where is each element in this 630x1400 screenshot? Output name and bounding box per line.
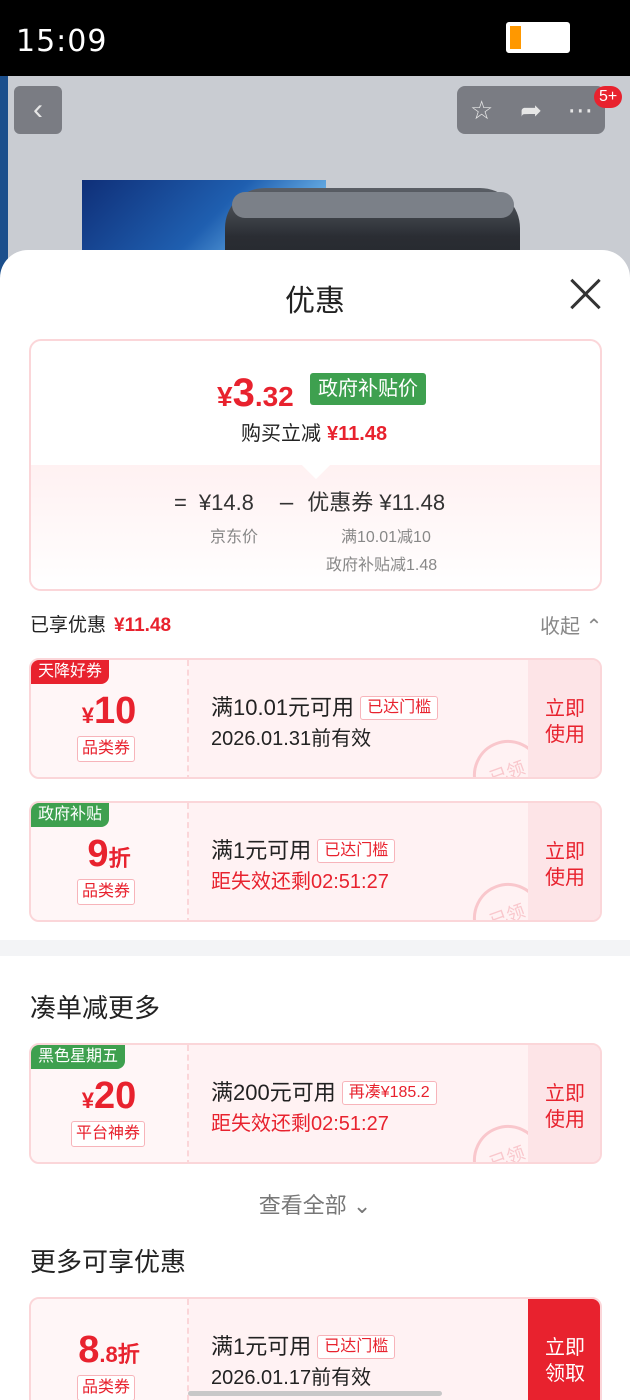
view-all-button[interactable]: 查看全部 ⌄ (0, 1188, 630, 1220)
section-title-extra: 更多可享优惠 (30, 1247, 187, 1277)
use-now-button[interactable]: 立即 使用 (528, 1045, 600, 1162)
chevron-down-icon: ⌄ (352, 1193, 372, 1218)
battery-icon (506, 22, 570, 53)
coupon-card: 黑色星期五 ¥20 平台神券 满200元可用 再凑¥185.2 距失效还剩02:5… (29, 1043, 602, 1164)
gov-subsidy-tag: 政府补贴价 (310, 373, 426, 405)
discount-sheet: 优惠 ¥3.32 政府补贴价 购买立减 ¥11.48 = ¥14.8– 优惠券 ¥11… (0, 250, 630, 1400)
coupon-value-panel: 黑色星期五 ¥20 平台神券 (31, 1045, 189, 1162)
threshold-flag: 已达门槛 (360, 696, 439, 720)
coupon-value-panel: 政府补贴 9折 品类券 (31, 803, 189, 920)
coupon-condition: 满10.01元可用 已达门槛 (211, 690, 439, 722)
star-icon[interactable]: ☆ (457, 95, 506, 126)
chevron-up-icon: ⌃ (585, 616, 603, 638)
action-group: ☆ ➦ ⋯ (457, 86, 605, 134)
summary-breakdown (31, 465, 600, 589)
collapse-button[interactable]: 收起 ⌃ (540, 610, 602, 639)
coupon-kind: 品类券 (77, 1375, 136, 1400)
coupon-card: 政府补贴 9折 品类券 满1元可用 已达门槛 距失效还剩02:51:27 已领 立… (29, 801, 602, 922)
status-bar: 15:09 (0, 0, 630, 76)
coupon-condition: 满1元可用 已达门槛 (211, 833, 396, 865)
threshold-flag: 已达门槛 (317, 1335, 396, 1359)
coupon-value: ¥10 (81, 690, 137, 732)
claim-now-button[interactable]: 立即 领取 (528, 1299, 600, 1400)
coupon-condition: 满1元可用 已达门槛 (211, 1329, 396, 1361)
coupon-kind: 平台神券 (71, 1121, 146, 1147)
section-title-more: 凑单减更多 (30, 993, 161, 1023)
enjoyed-discount: 已享优惠 ¥11.48 (30, 615, 172, 636)
status-time: 15:09 (16, 24, 108, 59)
coupon-detail-2: 政府补贴减1.48 (326, 557, 438, 574)
battery-level (510, 26, 521, 49)
close-icon[interactable] (568, 276, 604, 312)
jd-price-label: 京东价 (210, 529, 259, 546)
coupon-tag: 黑色星期五 (31, 1045, 126, 1069)
coupon-value: 9折 (87, 833, 131, 875)
threshold-flag: 已达门槛 (317, 839, 396, 863)
coupon-card: 8.8折 品类券 满1元可用 已达门槛 2026.01.17前有效 立即 领取 (29, 1297, 602, 1400)
notification-badge: 5+ (594, 86, 623, 108)
back-button[interactable]: ‹ (14, 86, 62, 134)
sheet-title: 优惠 (285, 285, 345, 318)
coupon-countdown: 距失效还剩02:51:27 (211, 871, 389, 893)
coupon-tag: 天降好券 (31, 660, 110, 684)
coupon-expiry: 2026.01.31前有效 (211, 728, 372, 750)
coupon-kind: 品类券 (77, 879, 136, 905)
coupon-value: 8.8折 (78, 1329, 140, 1371)
coupon-tag: 政府补贴 (31, 803, 110, 827)
coupon-value: ¥20 (81, 1075, 137, 1117)
coupon-expiry: 2026.01.17前有效 (211, 1367, 372, 1389)
gap-flag: 再凑¥185.2 (341, 1081, 437, 1105)
share-icon[interactable]: ➦ (506, 95, 555, 126)
use-now-button[interactable]: 立即 使用 (528, 660, 600, 777)
price-formula: = ¥14.8– 优惠券 ¥11.48 (174, 489, 446, 516)
coupon-condition: 满200元可用 再凑¥185.2 (211, 1075, 437, 1107)
coupon-value-panel: 8.8折 品类券 (31, 1299, 189, 1400)
home-indicator[interactable] (188, 1391, 442, 1396)
coupon-detail-1: 满10.01减10 (341, 529, 431, 546)
product-tub-rim (232, 192, 514, 218)
coupon-card: 天降好券 ¥10 品类券 满10.01元可用 已达门槛 2026.01.31前有效… (29, 658, 602, 779)
section-divider (0, 940, 630, 956)
final-price: ¥3.32 (217, 371, 294, 415)
coupon-kind: 品类券 (77, 736, 136, 762)
coupon-value-panel: 天降好券 ¥10 品类券 (31, 660, 189, 777)
coupon-countdown: 距失效还剩02:51:27 (211, 1113, 389, 1135)
buy-reduce: 购买立减 ¥11.48 (241, 423, 388, 445)
use-now-button[interactable]: 立即 使用 (528, 803, 600, 920)
price-summary-card: ¥3.32 政府补贴价 购买立减 ¥11.48 = ¥14.8– 优惠券 ¥11.48… (29, 339, 602, 591)
chevron-left-icon: ‹ (33, 93, 43, 126)
